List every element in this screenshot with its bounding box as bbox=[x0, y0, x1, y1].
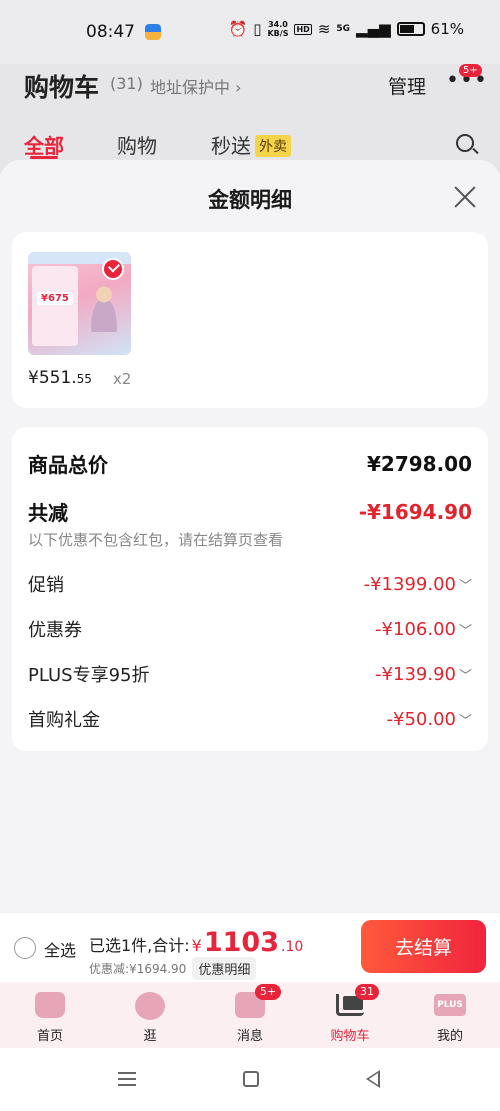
select-all-label[interactable]: 全选 bbox=[44, 937, 76, 961]
total-price-row: 商品总价 ¥2798.00 bbox=[28, 451, 472, 478]
coupon-row[interactable]: 优惠券 -¥106.00 ﹀ bbox=[28, 616, 472, 642]
product-image[interactable]: ¥675 bbox=[28, 252, 131, 355]
tab-home[interactable]: 首页 bbox=[0, 982, 100, 1048]
tab-profile[interactable]: PLUS 我的 bbox=[400, 982, 500, 1048]
close-icon[interactable] bbox=[452, 184, 478, 210]
address-protection[interactable]: 地址保护中 › bbox=[150, 74, 242, 98]
system-nav-bar bbox=[0, 1048, 500, 1111]
more-badge: 5+ bbox=[459, 64, 482, 77]
back-icon[interactable] bbox=[366, 1070, 380, 1088]
cart-header: 购物车 (31) 地址保护中 › 管理 ••• 5+ 全部 购物 秒送 外卖 bbox=[0, 64, 500, 174]
search-icon[interactable] bbox=[456, 134, 474, 152]
product-image-price: ¥675 bbox=[37, 292, 73, 305]
plus-icon: PLUS bbox=[434, 994, 466, 1016]
status-icons: ⏰ ▯ 34.0 KB/S HD ≋ 5G ▂▄▆ 61% bbox=[229, 20, 464, 38]
saved-line: 优惠减:¥1694.90 优惠明细 bbox=[89, 957, 257, 980]
wifi-icon: ≋ bbox=[317, 20, 331, 38]
saved-amount: 优惠减:¥1694.90 bbox=[89, 962, 187, 976]
waimai-tag: 外卖 bbox=[255, 135, 291, 157]
chevron-down-icon: ﹀ bbox=[458, 623, 472, 639]
battery-level: 61% bbox=[430, 20, 464, 38]
discount-note: 以下优惠不包含红包，请在结算页查看 bbox=[28, 531, 284, 549]
signal-icon: ▂▄▆ bbox=[356, 20, 391, 38]
cart-badge: 31 bbox=[355, 984, 379, 1000]
selected-check-icon bbox=[102, 258, 124, 280]
product-quantity: x2 bbox=[113, 370, 132, 388]
tab-browse[interactable]: 逛 bbox=[100, 982, 200, 1048]
promo-row[interactable]: 促销 -¥1399.00 ﹀ bbox=[28, 571, 472, 597]
cart-count: (31) bbox=[110, 74, 143, 93]
checkout-button[interactable]: 去结算 bbox=[361, 920, 486, 973]
price-detail-card: 商品总价 ¥2798.00 共减 -¥1694.90 以下优惠不包含红包，请在结… bbox=[12, 427, 488, 751]
first-purchase-row[interactable]: 首购礼金 -¥50.00 ﹀ bbox=[28, 706, 472, 732]
home-icon bbox=[35, 992, 65, 1018]
tab-underline bbox=[30, 156, 58, 159]
app-notification-icon bbox=[145, 24, 161, 40]
message-badge: 5+ bbox=[255, 984, 282, 1000]
checkout-bar: 全选 已选1件,合计: ¥ 1103 .10 优惠减:¥1694.90 优惠明细… bbox=[0, 912, 500, 982]
browse-icon bbox=[135, 992, 165, 1020]
discount-detail-button[interactable]: 优惠明细 bbox=[192, 957, 257, 980]
tab-cart[interactable]: 31 购物车 bbox=[300, 982, 400, 1048]
product-price: ¥551.55 bbox=[28, 368, 92, 388]
recent-apps-icon[interactable] bbox=[118, 1072, 136, 1086]
tab-shopping[interactable]: 购物 bbox=[117, 130, 157, 159]
select-all-radio[interactable] bbox=[14, 937, 36, 959]
vibrate-icon: ▯ bbox=[253, 20, 262, 38]
net-speed: 34.0 KB/S bbox=[267, 20, 289, 38]
total-amount: 1103 bbox=[203, 927, 280, 958]
sheet-title: 金额明细 bbox=[208, 188, 292, 212]
chevron-down-icon: ﹀ bbox=[458, 713, 472, 729]
bottom-tabbar: 首页 逛 5+ 消息 31 购物车 PLUS 我的 bbox=[0, 982, 500, 1048]
page-title: 购物车 bbox=[24, 73, 100, 102]
tab-all[interactable]: 全部 bbox=[24, 130, 64, 159]
tab-instant-delivery[interactable]: 秒送 外卖 bbox=[211, 130, 291, 159]
amount-detail-sheet: 金额明细 ¥675 ¥551.55 x2 商品总价 ¥2798.00 共减 -¥… bbox=[0, 160, 500, 912]
signal-label: 5G bbox=[336, 24, 351, 34]
hd-icon: HD bbox=[294, 23, 312, 35]
tab-messages[interactable]: 5+ 消息 bbox=[200, 982, 300, 1048]
chevron-down-icon: ﹀ bbox=[458, 668, 472, 684]
status-bar: 08:47 ⏰ ▯ 34.0 KB/S HD ≋ 5G ▂▄▆ 61% bbox=[0, 0, 500, 64]
checkout-summary: 已选1件,合计: ¥ 1103 .10 bbox=[89, 927, 304, 958]
home-nav-icon[interactable] bbox=[243, 1071, 259, 1087]
plus-discount-row[interactable]: PLUS专享95折 -¥139.90 ﹀ bbox=[28, 661, 472, 687]
chevron-down-icon: ﹀ bbox=[458, 578, 472, 594]
manage-button[interactable]: 管理 bbox=[388, 72, 426, 99]
status-time: 08:47 bbox=[86, 22, 135, 42]
alarm-icon: ⏰ bbox=[228, 20, 248, 38]
battery-icon bbox=[396, 22, 425, 36]
product-card: ¥675 ¥551.55 x2 bbox=[12, 232, 488, 408]
discount-row: 共减 -¥1694.90 bbox=[28, 499, 472, 526]
